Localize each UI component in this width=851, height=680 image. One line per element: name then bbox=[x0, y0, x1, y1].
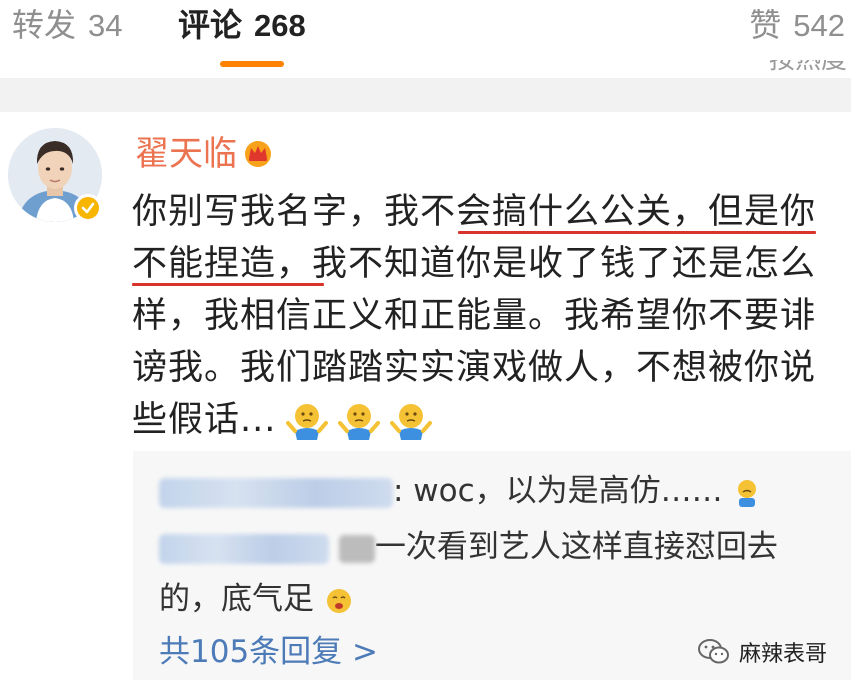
tab-comment-label: 评论 bbox=[178, 6, 243, 44]
watermark: 麻辣表哥 bbox=[697, 636, 827, 668]
reply-item-continued: 的，底气足 bbox=[159, 573, 354, 625]
tab-like-count: 542 bbox=[793, 8, 845, 43]
active-tab-indicator bbox=[220, 61, 284, 67]
comment-tab-bar: 转发 34 评论 268 赞 542 按热度 bbox=[0, 0, 851, 78]
shrug-emoji-icon bbox=[286, 404, 329, 440]
section-divider bbox=[0, 78, 851, 112]
highlight-underline bbox=[458, 231, 816, 234]
tab-repost-count: 34 bbox=[88, 8, 123, 43]
watermark-text: 麻辣表哥 bbox=[738, 642, 827, 667]
comment-text-segment: 我不知道你是收了钱了还是怎么 bbox=[312, 244, 817, 284]
tab-comment[interactable]: 评论 268 bbox=[178, 2, 306, 48]
tab-like-label: 赞 bbox=[749, 6, 782, 44]
comment-text-underlined: 不能捏造， bbox=[132, 244, 313, 284]
reply-text: 一次看到艺人这样直接怼回去 bbox=[374, 529, 778, 565]
reply-text-redacted bbox=[338, 534, 375, 563]
reply-text: : woc，以为是高仿…… bbox=[393, 473, 723, 509]
comment-line: 谤我。我们踏踏实实演戏做人，不想被你说 bbox=[132, 348, 817, 388]
reply-item: 一次看到艺人这样直接怼回去 bbox=[159, 521, 778, 573]
comment-username[interactable]: 翟天临 bbox=[135, 134, 237, 174]
tab-comment-count: 268 bbox=[254, 8, 306, 43]
reply-text: 的，底气足 bbox=[159, 581, 314, 617]
comment-body: 你别写我名字，我不会搞什么公关，但是你 不能捏造，我不知道你是收了钱了还是怎么 … bbox=[132, 186, 832, 446]
comment-line: 些假话... bbox=[132, 394, 832, 446]
comment-text-underlined: 会搞什么公关，但是你 bbox=[456, 192, 817, 232]
sort-toggle-label: 按热度 bbox=[768, 60, 847, 75]
sort-toggle[interactable]: 按热度 bbox=[769, 60, 847, 80]
crying-emoji-icon bbox=[326, 588, 351, 613]
view-more-replies-link[interactable]: 共105条回复 > bbox=[159, 631, 378, 673]
reply-username-redacted bbox=[159, 477, 393, 508]
verified-badge-icon bbox=[74, 194, 102, 222]
vip-crown-icon bbox=[245, 141, 271, 167]
shrug-emoji-icon bbox=[338, 404, 381, 440]
shrug-emoji-icon bbox=[390, 404, 433, 440]
comment-text-segment: 你别写我名字，我不 bbox=[132, 192, 457, 232]
wechat-logo-icon bbox=[697, 639, 729, 664]
emoji-row bbox=[286, 401, 433, 441]
reply-username-redacted bbox=[159, 533, 329, 564]
comment-card: 翟天临 你别写我名字，我不会搞什么公关，但是你 不能捏造，我不知道你是收了钱了还… bbox=[0, 112, 851, 680]
highlight-underline bbox=[132, 283, 324, 286]
tab-repost-label: 转发 bbox=[12, 6, 77, 44]
tab-repost[interactable]: 转发 34 bbox=[12, 2, 123, 48]
sad-emoji-icon bbox=[737, 479, 756, 507]
comment-text-segment: 些假话... bbox=[132, 400, 277, 440]
comment-line: 样，我相信正义和正能量。我希望你不要诽 bbox=[132, 296, 817, 336]
tab-like[interactable]: 赞 542 bbox=[749, 2, 845, 48]
reply-item: : woc，以为是高仿…… bbox=[159, 465, 761, 517]
